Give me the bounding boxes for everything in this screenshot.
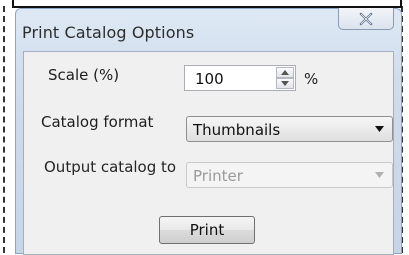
catalog-format-select[interactable]: Thumbnails	[186, 116, 393, 142]
output-catalog-to-value: Printer	[193, 167, 243, 185]
close-icon	[359, 11, 373, 26]
output-catalog-to-select[interactable]: Printer	[186, 162, 393, 188]
print-catalog-options-dialog: Print Catalog Options Scale (%) 100 % Ca…	[15, 8, 402, 255]
chevron-down-icon	[375, 126, 384, 132]
spin-up-icon	[281, 70, 289, 75]
window-title: Print Catalog Options	[22, 23, 195, 42]
screen: { "window": { "title": "Print Catalog Op…	[0, 0, 409, 255]
catalog-format-value: Thumbnails	[193, 121, 281, 139]
scale-value[interactable]: 100	[195, 70, 224, 88]
scale-decrease-button[interactable]	[276, 78, 294, 89]
scale-increase-button[interactable]	[276, 67, 294, 78]
chevron-down-icon	[375, 172, 384, 178]
catalog-format-label: Catalog format	[41, 113, 154, 131]
dialog-client-area: Scale (%) 100 % Catalog format Thumbnail…	[23, 51, 394, 255]
scale-spin-buttons	[276, 67, 294, 89]
print-button[interactable]: Print	[159, 216, 255, 244]
frame-top-border	[12, 0, 402, 8]
output-catalog-to-label: Output catalog to	[44, 158, 177, 176]
scale-label: Scale (%)	[48, 66, 120, 84]
scale-unit: %	[304, 70, 319, 88]
close-button[interactable]	[338, 8, 394, 30]
scale-stepper[interactable]: 100	[184, 65, 296, 91]
spin-down-icon	[281, 81, 289, 86]
